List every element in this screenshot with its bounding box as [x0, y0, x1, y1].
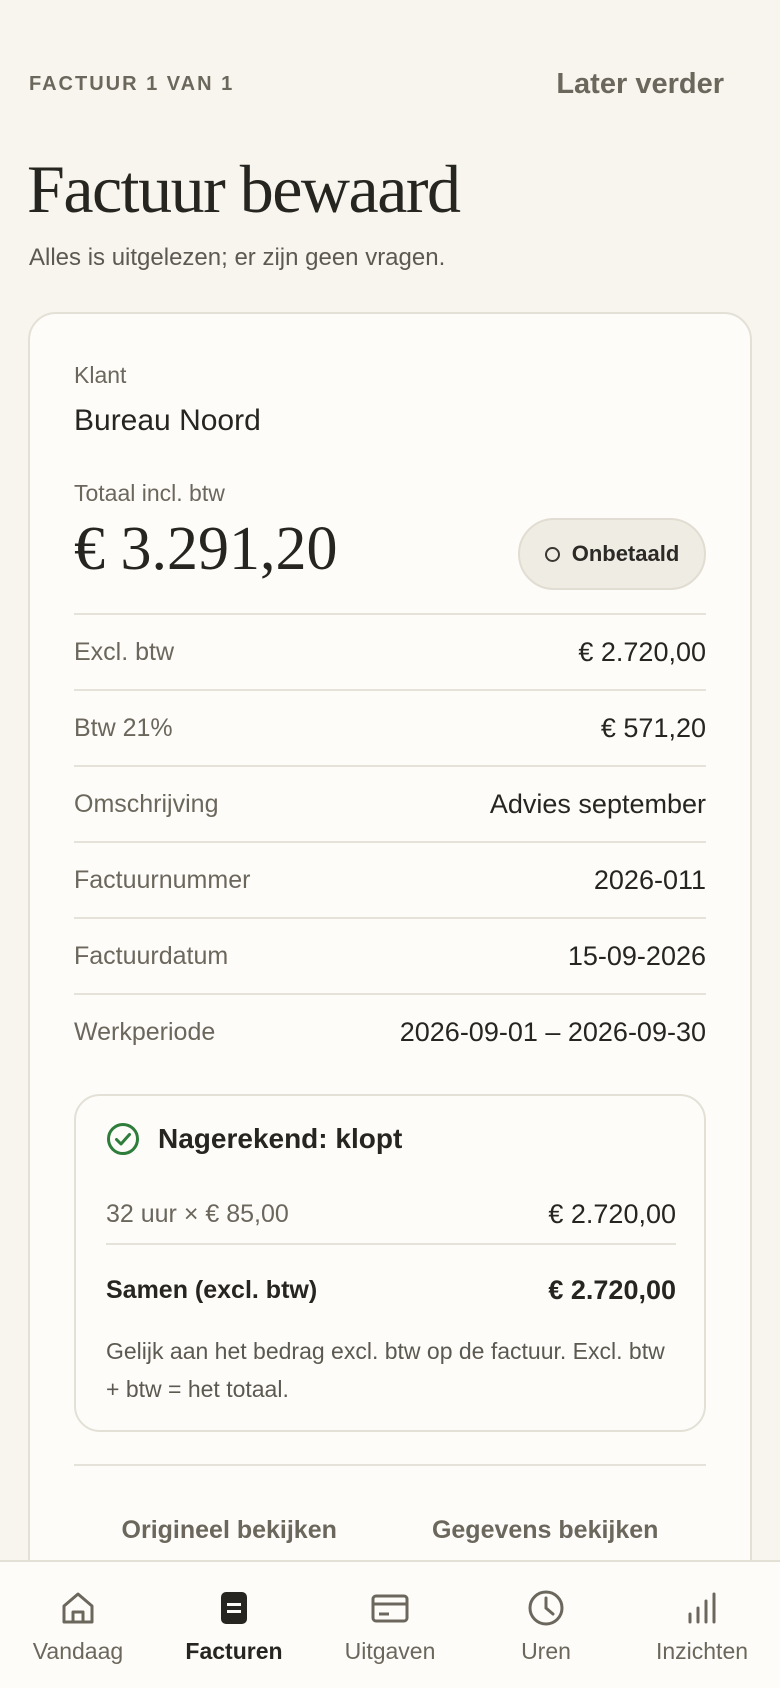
bar-chart-icon — [688, 1592, 716, 1624]
status-label: Onbetaald — [571, 541, 680, 566]
total-amount: € 3.291,20 — [74, 515, 338, 583]
tab-uitgaven[interactable]: Uitgaven — [312, 1562, 468, 1688]
recalculation-note: Gelijk aan het bedrag excl. btw op de fa… — [106, 1338, 665, 1402]
top-bar: FACTUUR 1 VAN 1 Later verder — [29, 60, 724, 108]
sum-value: € 2.720,00 — [548, 1274, 676, 1305]
recalculation-panel: Nagerekend: klopt 32 uur × € 85,00 € 2.7… — [74, 1094, 706, 1432]
detail-row-vat: Btw 21% € 571,20 — [74, 689, 706, 765]
divider — [106, 1243, 676, 1245]
client-label: Klant — [74, 362, 127, 388]
page-subtitle: Alles is uitgelezen; er zijn geen vragen… — [29, 244, 446, 271]
detail-value: 2026-011 — [593, 864, 706, 895]
tab-label: Vandaag — [32, 1638, 124, 1664]
detail-row-work-period: Werkperiode 2026-09-01 – 2026-09-30 — [74, 993, 706, 1069]
detail-label: Excl. btw — [74, 637, 175, 666]
recalculation-header: Nagerekend: klopt — [106, 1122, 402, 1156]
view-original-button[interactable]: Origineel bekijken — [122, 1516, 337, 1545]
recalculation-title: Nagerekend: klopt — [158, 1123, 403, 1154]
detail-label: Factuurnummer — [74, 865, 251, 894]
later-button[interactable]: Later verder — [556, 68, 724, 101]
detail-label: Werkperiode — [74, 1017, 216, 1046]
page-title: Factuur bewaard — [27, 151, 461, 227]
status-badge[interactable]: Onbetaald — [518, 518, 706, 590]
invoice-icon — [221, 1592, 247, 1624]
detail-label: Btw 21% — [74, 713, 173, 742]
tab-label: Facturen — [185, 1638, 283, 1664]
home-icon — [62, 1592, 94, 1624]
circle-icon — [544, 546, 560, 562]
detail-value: Advies september — [489, 788, 706, 819]
calculation-value: € 2.720,00 — [548, 1198, 676, 1229]
detail-value: € 571,20 — [600, 712, 706, 743]
client-name: Bureau Noord — [74, 404, 261, 437]
view-details-button[interactable]: Gegevens bekijken — [432, 1516, 659, 1545]
calculation-label: 32 uur × € 85,00 — [106, 1199, 289, 1228]
detail-row-invoice-date: Factuurdatum 15-09-2026 — [74, 917, 706, 993]
detail-row-excl-vat: Excl. btw € 2.720,00 — [74, 613, 706, 689]
detail-row-description: Omschrijving Advies september — [74, 765, 706, 841]
step-indicator: FACTUUR 1 VAN 1 — [29, 72, 235, 95]
tab-label: Uitgaven — [344, 1638, 436, 1664]
divider — [74, 1464, 706, 1466]
sum-label: Samen (excl. btw) — [106, 1275, 318, 1304]
tab-inzichten[interactable]: Inzichten — [624, 1562, 780, 1688]
clock-icon — [528, 1590, 564, 1626]
tab-uren[interactable]: Uren — [468, 1562, 624, 1688]
sum-line: Samen (excl. btw) € 2.720,00 — [106, 1268, 676, 1312]
tab-label: Inzichten — [655, 1638, 749, 1664]
detail-value: € 2.720,00 — [578, 636, 706, 667]
tab-facturen[interactable]: Facturen — [156, 1562, 312, 1688]
detail-label: Factuurdatum — [74, 941, 229, 970]
invoice-details: Excl. btw € 2.720,00 Btw 21% € 571,20 Om… — [74, 613, 706, 1069]
check-circle-icon — [107, 1123, 139, 1155]
card-icon — [371, 1594, 409, 1623]
detail-label: Omschrijving — [74, 789, 219, 818]
total-label: Totaal incl. btw — [74, 480, 225, 506]
detail-value: 15-09-2026 — [567, 940, 706, 971]
card-actions: Origineel bekijken Gegevens bekijken — [74, 1508, 706, 1552]
calculation-line: 32 uur × € 85,00 € 2.720,00 — [106, 1192, 676, 1236]
tab-label: Uren — [521, 1638, 571, 1664]
detail-value: 2026-09-01 – 2026-09-30 — [399, 1016, 706, 1047]
tab-vandaag[interactable]: Vandaag — [0, 1562, 156, 1688]
detail-row-invoice-number: Factuurnummer 2026-011 — [74, 841, 706, 917]
bottom-tab-bar: Vandaag Facturen Uitgaven Uren Inzichten — [0, 1560, 780, 1688]
invoice-card: Klant Bureau Noord Totaal incl. btw € 3.… — [28, 312, 752, 1688]
